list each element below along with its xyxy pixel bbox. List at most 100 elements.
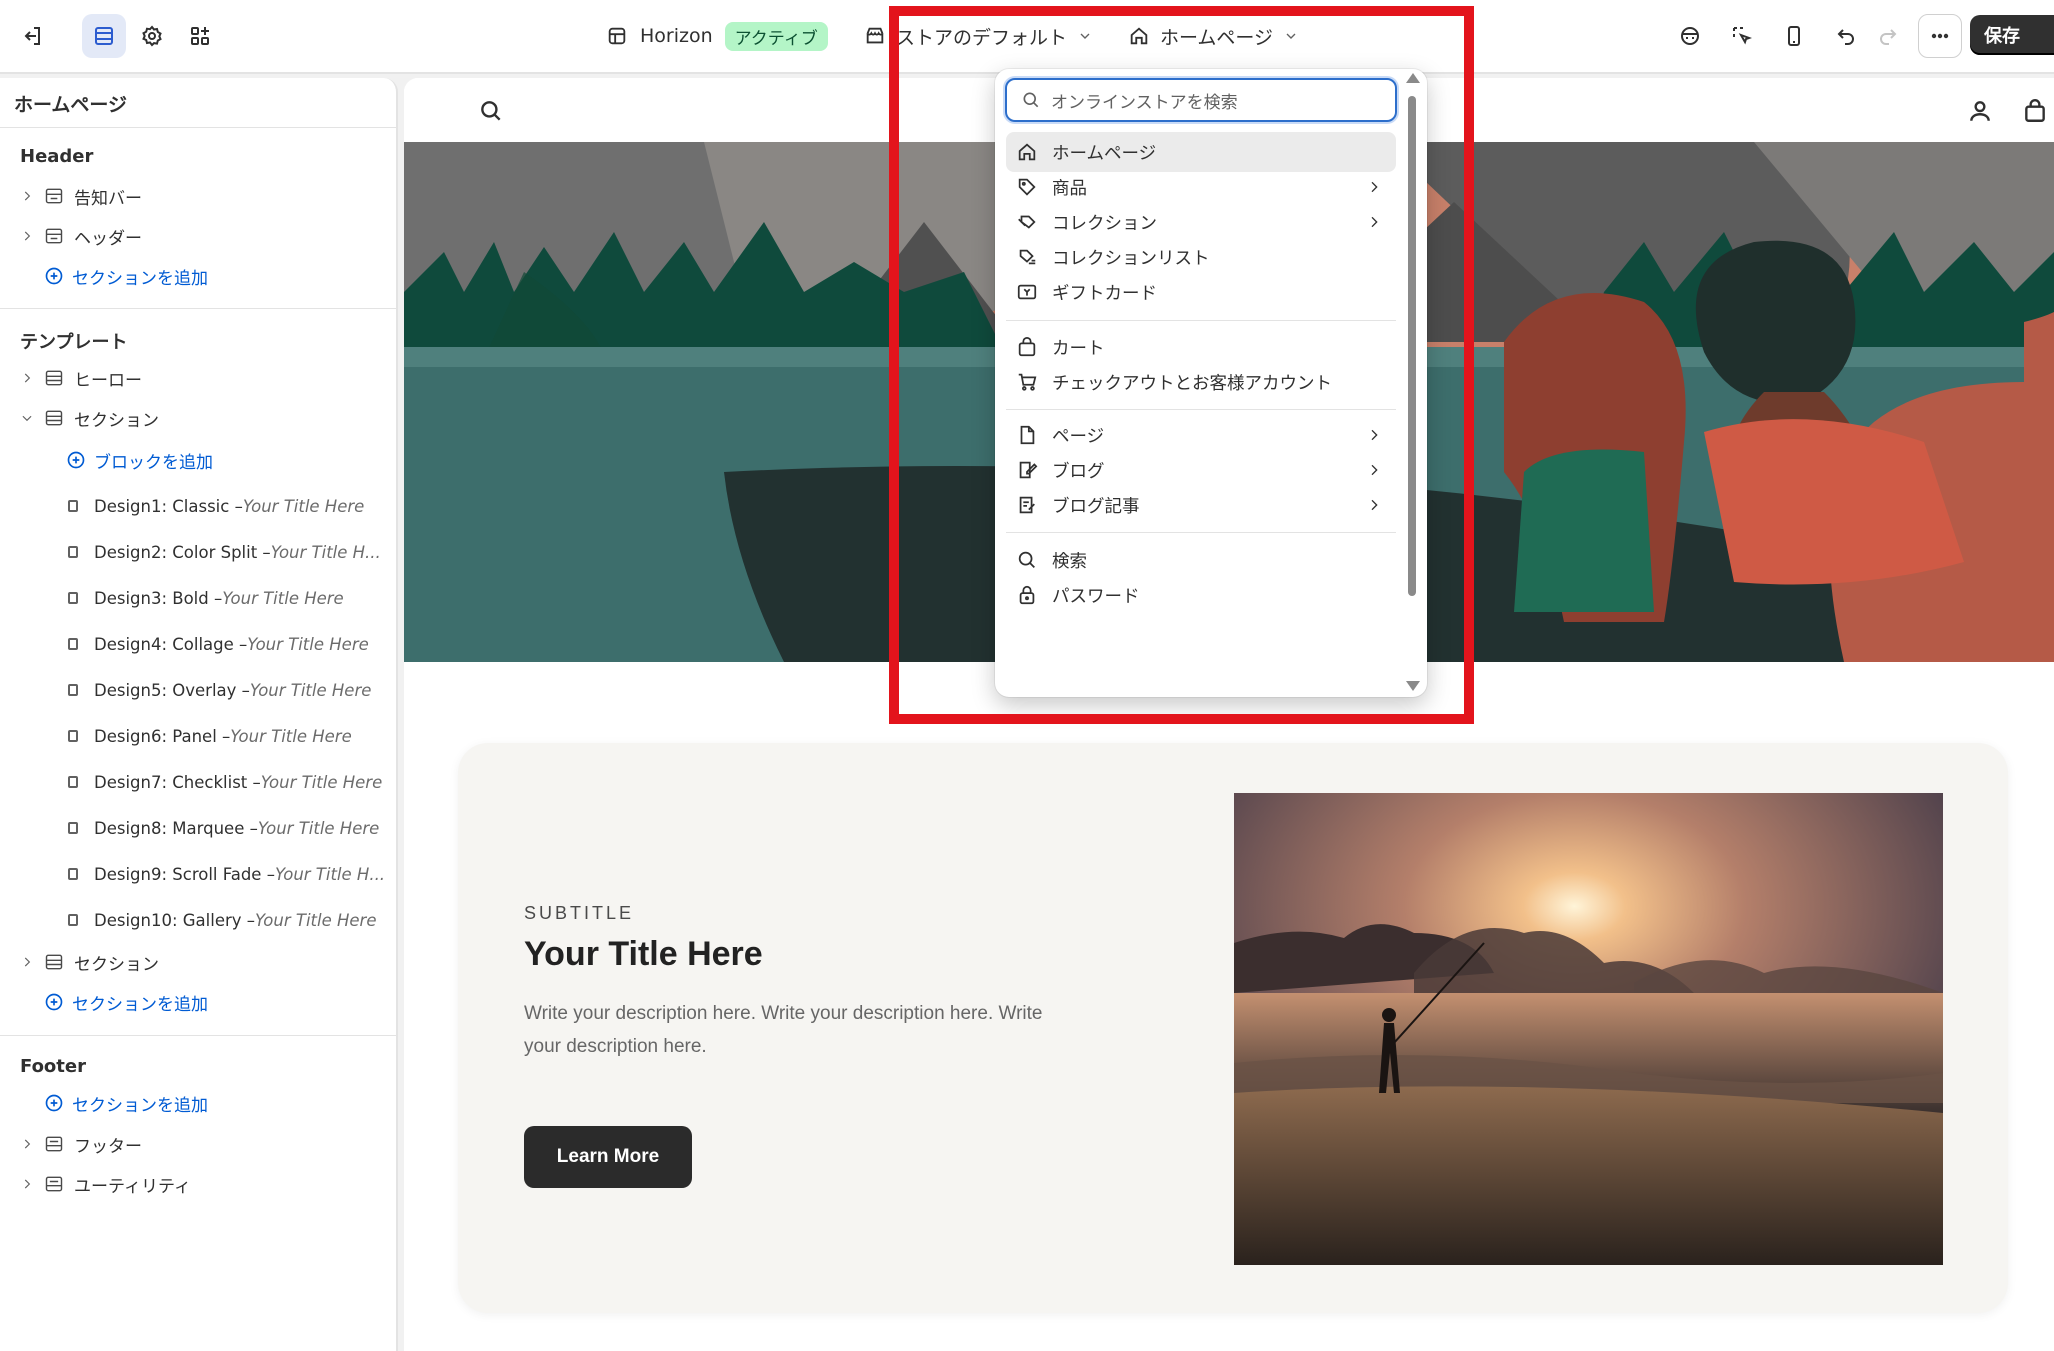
add-section-label: セクションを追加	[72, 1095, 208, 1116]
block-item[interactable]: Design5: Overlay – Your Title Here	[68, 675, 371, 705]
block-subtitle: Your Title Here	[242, 496, 365, 516]
card-description: Write your description here. Write your …	[524, 1003, 1043, 1057]
more-horizontal-icon	[1931, 33, 1949, 39]
sidebar-item-label: 告知バー	[74, 188, 142, 209]
block-item[interactable]: Design7: Checklist – Your Title Here	[68, 767, 382, 797]
block-subtitle: Your Title Here	[255, 910, 377, 930]
block-name: Design5: Overlay –	[94, 680, 250, 700]
apps-button[interactable]	[178, 14, 222, 58]
sidebar-item-label: セクション	[74, 954, 159, 975]
divider	[0, 308, 398, 309]
block-name: Design8: Marquee –	[94, 818, 258, 838]
header-group-heading: Header	[20, 146, 94, 167]
sidebar-item-footer[interactable]: フッター	[20, 1126, 142, 1162]
sidebar-item-section[interactable]: セクション	[20, 944, 159, 980]
select-cursor-icon	[1733, 27, 1752, 45]
add-section-label: セクションを追加	[72, 268, 208, 289]
plus-circle-icon	[45, 267, 63, 285]
block-icon	[68, 592, 78, 604]
theme-icon	[608, 27, 626, 45]
block-icon	[68, 914, 78, 926]
sidekick-button[interactable]	[1668, 14, 1712, 58]
more-actions-button[interactable]	[1918, 14, 1962, 58]
block-item[interactable]: Design1: Classic – Your Title Here	[68, 491, 364, 521]
account-icon[interactable]	[1967, 98, 1993, 124]
sidebar-item-label: ユーティリティ	[74, 1176, 191, 1197]
mobile-icon	[1788, 26, 1800, 46]
chevron-right-icon	[24, 191, 31, 201]
inspector-button[interactable]	[1720, 14, 1764, 58]
sidebar-item-header[interactable]: ヘッダー	[20, 218, 142, 254]
add-section-template-button[interactable]: セクションを追加	[44, 986, 208, 1018]
search-icon[interactable]	[478, 98, 504, 124]
sunset-photo	[1234, 793, 1943, 1265]
section-icon	[45, 410, 63, 426]
save-button[interactable]: 保存	[1970, 15, 2054, 55]
block-item[interactable]: Design2: Color Split – Your Title H...	[68, 537, 381, 567]
block-name: Design3: Bold –	[94, 588, 223, 608]
bag-icon[interactable]	[2022, 98, 2048, 124]
sidebar-item-label: フッター	[74, 1136, 142, 1157]
block-item[interactable]: Design8: Marquee – Your Title Here	[68, 813, 379, 843]
beach-sunset-image	[1234, 793, 1943, 1265]
block-name: Design7: Checklist –	[94, 772, 261, 792]
block-item[interactable]: Design3: Bold – Your Title Here	[68, 583, 344, 613]
block-subtitle: Your Title Here	[230, 726, 352, 746]
undo-button[interactable]	[1824, 14, 1868, 58]
sidebar-item-section-expanded[interactable]: セクション	[20, 400, 159, 436]
sidebar-item-hero[interactable]: ヒーロー	[20, 360, 142, 396]
section-icon	[45, 228, 63, 244]
chevron-right-icon	[24, 1179, 31, 1189]
sidebar-item-announcement-bar[interactable]: 告知バー	[20, 178, 142, 214]
redo-button[interactable]	[1866, 14, 1910, 58]
sidebar-item-label: ヒーロー	[74, 370, 142, 391]
section-icon	[45, 188, 63, 204]
block-item[interactable]: Design9: Scroll Fade – Your Title H...	[68, 859, 385, 889]
sidebar-item-utility[interactable]: ユーティリティ	[20, 1166, 191, 1202]
section-sidebar: ホームページ Header 告知バー ヘッダー セクションを追加 テンプレート …	[0, 78, 398, 1351]
footer-section-icon	[45, 1176, 63, 1192]
block-name: Design9: Scroll Fade –	[94, 864, 275, 884]
block-icon	[68, 730, 78, 742]
block-name: Design4: Collage –	[94, 634, 248, 654]
section-icon	[45, 954, 63, 970]
block-icon	[68, 684, 78, 696]
learn-more-button[interactable]: Learn More	[524, 1126, 692, 1188]
theme-settings-button[interactable]	[130, 14, 174, 58]
store-icon	[866, 27, 884, 44]
annotation-highlight-box	[889, 6, 1474, 724]
exit-icon	[24, 27, 40, 45]
sections-tab-button[interactable]	[82, 14, 126, 58]
card-title: Your Title Here	[524, 935, 763, 973]
theme-name: Horizon	[640, 25, 713, 47]
add-section-header-button[interactable]: セクションを追加	[44, 260, 208, 292]
block-name: Design6: Panel –	[94, 726, 231, 746]
block-item[interactable]: Design4: Collage – Your Title Here	[68, 629, 369, 659]
block-icon	[68, 822, 78, 834]
chevron-right-icon	[24, 231, 31, 241]
apps-icon	[191, 27, 209, 45]
block-item[interactable]: Design10: Gallery – Your Title Here	[68, 905, 377, 935]
block-icon	[68, 868, 78, 880]
save-button-label: 保存	[1984, 26, 2020, 47]
sections-icon	[95, 27, 113, 45]
chevron-right-icon	[24, 957, 31, 967]
card-subtitle: SUBTITLE	[524, 903, 635, 923]
content-card: SUBTITLE Your Title Here Write your desc…	[458, 743, 2008, 1313]
block-subtitle: Your Title H...	[274, 864, 386, 884]
divider	[0, 127, 398, 128]
exit-button[interactable]	[10, 14, 54, 58]
sidekick-icon	[1681, 27, 1699, 45]
block-icon	[68, 546, 78, 558]
footer-group-heading: Footer	[20, 1056, 86, 1077]
block-icon	[68, 638, 78, 650]
block-subtitle: Your Title Here	[257, 818, 380, 838]
block-item[interactable]: Design6: Panel – Your Title Here	[68, 721, 352, 751]
add-block-button[interactable]: ブロックを追加	[66, 444, 213, 476]
add-section-footer-button[interactable]: セクションを追加	[44, 1087, 208, 1119]
add-section-label: セクションを追加	[72, 994, 208, 1015]
plus-circle-icon	[45, 1094, 63, 1112]
device-preview-button[interactable]	[1772, 14, 1816, 58]
section-icon	[45, 370, 63, 386]
block-name: Design2: Color Split –	[94, 542, 271, 562]
